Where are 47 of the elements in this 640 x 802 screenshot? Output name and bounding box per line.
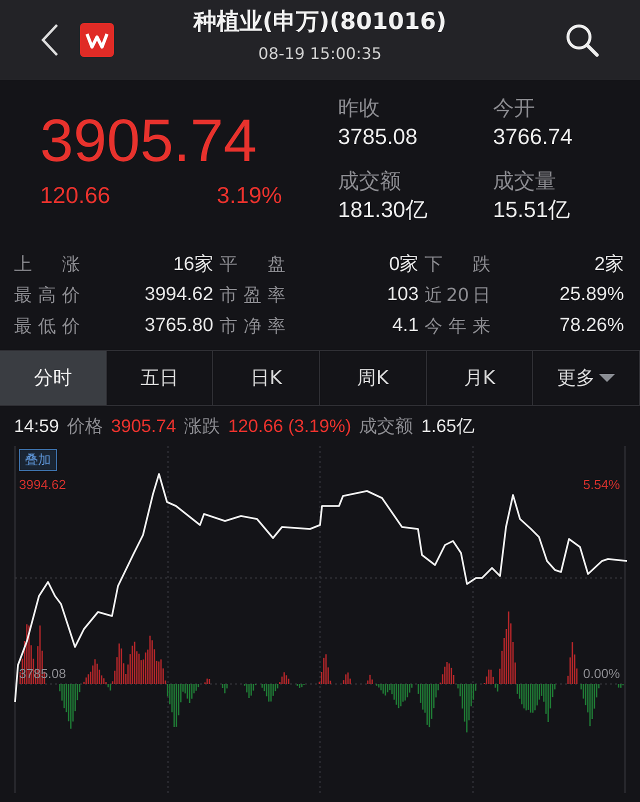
stat-value: 3785.08: [338, 123, 419, 151]
summary-value: 78.26%: [558, 314, 625, 336]
stat-label: 今开: [493, 95, 536, 122]
summary-value: 0家: [388, 252, 420, 276]
summary-label: 市净率: [219, 314, 286, 338]
percent-change: 3.19%: [216, 182, 282, 209]
summary-value: 3765.80: [144, 314, 214, 336]
info-label: 成交额: [359, 415, 414, 438]
summary-label: 近20日: [424, 284, 491, 306]
summary-label: 市盈率: [219, 284, 286, 306]
chart-tab[interactable]: 分时: [0, 351, 107, 405]
stat-label: 昨收: [338, 95, 381, 122]
summary-label: 平 盘: [219, 252, 286, 276]
search-icon[interactable]: [564, 22, 600, 58]
axis-label: 0.00%: [583, 666, 620, 681]
summary-value: 3994.62: [144, 284, 214, 306]
summary-value: 16家: [172, 252, 214, 276]
last-price: 3905.74: [40, 106, 258, 176]
info-value: 3905.74: [111, 416, 176, 436]
summary-label: 下 跌: [424, 252, 491, 276]
caret-icon: [599, 373, 616, 383]
summary-value: 2家: [593, 252, 625, 276]
summary-label: 上 涨: [14, 252, 80, 276]
overlay-button[interactable]: 叠加: [19, 449, 57, 471]
summary-label: 最高价: [14, 284, 80, 306]
update-time: 08-19 15:00:35: [258, 43, 382, 65]
index-title: 种植业(申万)(801016): [193, 8, 447, 37]
info-value: 120.66 (3.19%): [228, 416, 352, 436]
axis-label: 5.54%: [583, 477, 620, 492]
summary-value: 103: [386, 284, 420, 306]
app-logo-icon[interactable]: [80, 23, 114, 57]
stat-value: 3766.74: [493, 123, 574, 151]
info-value: 1.65亿: [421, 415, 474, 438]
summary-label: 今年来: [424, 314, 491, 338]
cursor-time: 14:59: [14, 416, 60, 436]
info-label: 涨跌: [184, 415, 220, 438]
summary-value: 4.1: [391, 314, 420, 336]
info-label: 价格: [67, 415, 104, 438]
summary-value: 25.89%: [558, 284, 625, 306]
stat-label: 成交量: [493, 168, 557, 195]
stat-value: 181.30亿: [338, 196, 428, 224]
back-icon[interactable]: [40, 23, 60, 57]
summary-label: 最低价: [14, 314, 80, 338]
axis-label: 3994.62: [19, 477, 66, 492]
price-change: 120.66: [40, 182, 110, 209]
stat-label: 成交额: [338, 168, 402, 195]
stat-value: 15.51亿: [493, 196, 572, 224]
